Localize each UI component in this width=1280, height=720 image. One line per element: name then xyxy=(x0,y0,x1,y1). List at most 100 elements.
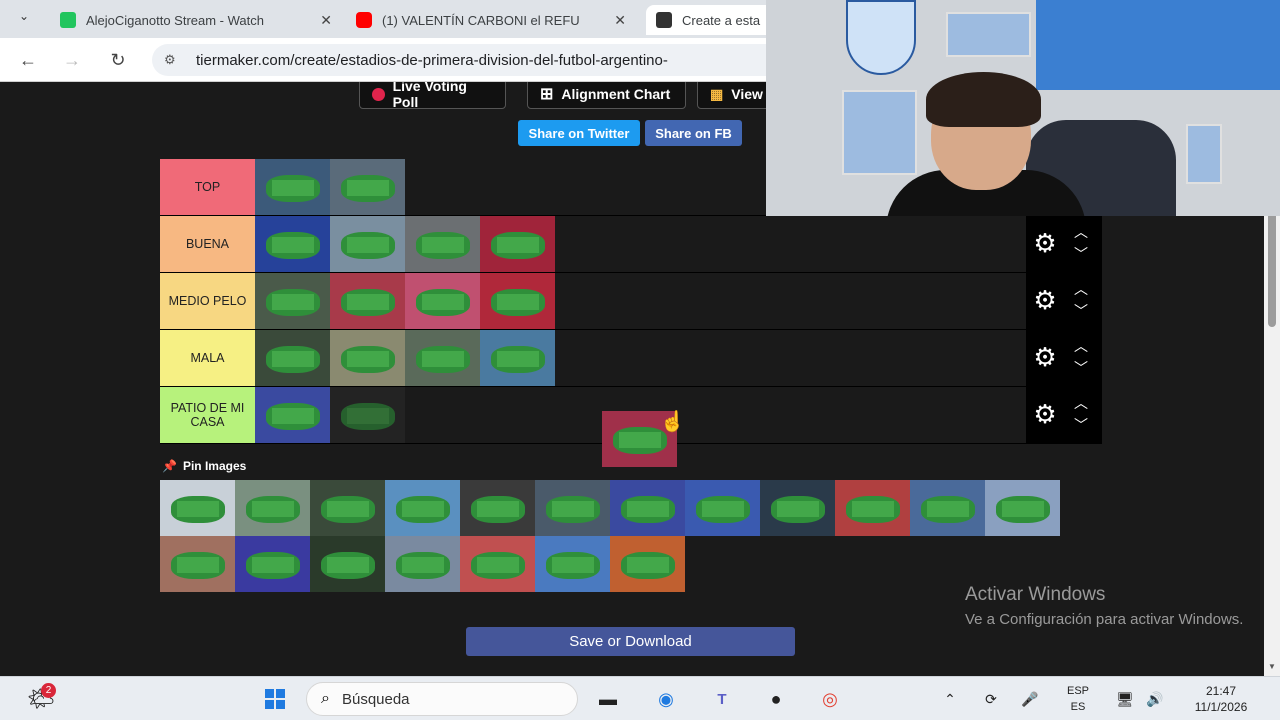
save-download-button[interactable]: Save or Download xyxy=(466,627,795,656)
pool-image[interactable] xyxy=(985,480,1060,536)
pool-image[interactable] xyxy=(385,536,460,592)
stadium-image[interactable] xyxy=(255,387,330,443)
pool-image[interactable] xyxy=(610,536,685,592)
tier-label[interactable]: PATIO DE MI CASA xyxy=(160,387,255,443)
pool-image[interactable] xyxy=(385,480,460,536)
obs-icon[interactable]: ● xyxy=(762,685,790,713)
share-twitter-button[interactable]: Share on Twitter xyxy=(518,120,640,146)
stadium-image[interactable] xyxy=(330,159,405,215)
chevron-down-icon[interactable]: ﹀ xyxy=(1071,358,1091,378)
teams-icon[interactable]: T xyxy=(708,685,736,713)
gear-icon[interactable]: ⚙ xyxy=(1032,230,1058,256)
stadium-image[interactable] xyxy=(480,216,555,272)
tier-label[interactable]: BUENA xyxy=(160,216,255,272)
taskbar-search[interactable]: ⌕ Búsqueda xyxy=(306,682,578,716)
microphone-icon[interactable]: 🎤 xyxy=(1020,685,1040,713)
stadium-image[interactable] xyxy=(330,330,405,386)
volume-icon[interactable]: 🔊 xyxy=(1144,685,1166,713)
stadium-image[interactable] xyxy=(405,216,480,272)
reload-icon[interactable]: ↻ xyxy=(106,48,130,72)
pin-images-toggle[interactable]: 📌 Pin Images xyxy=(162,459,246,473)
tier-label[interactable]: MALA xyxy=(160,330,255,386)
pool-image[interactable] xyxy=(160,536,235,592)
stadium-image[interactable] xyxy=(480,273,555,329)
language-indicator[interactable]: ESP ES xyxy=(1060,683,1096,715)
scrollbar-thumb[interactable] xyxy=(1268,212,1276,327)
tab-youtube[interactable]: (1) VALENTÍN CARBONI el REFU ✕ xyxy=(346,5,636,35)
stadium-image[interactable] xyxy=(330,216,405,272)
pool-image[interactable] xyxy=(760,480,835,536)
gear-icon[interactable]: ⚙ xyxy=(1032,344,1058,370)
chevron-down-icon[interactable]: ﹀ xyxy=(1071,244,1091,264)
chevron-up-icon[interactable]: ︿ xyxy=(1071,222,1091,242)
pool-image[interactable] xyxy=(310,480,385,536)
network-icon[interactable]: 🖥 xyxy=(1114,685,1136,713)
view-button[interactable]: ▦ View xyxy=(697,82,777,109)
tier-items xyxy=(255,273,555,329)
gear-icon[interactable]: ⚙ xyxy=(1032,401,1058,427)
pool-image[interactable] xyxy=(160,480,235,536)
forward-icon[interactable]: → xyxy=(60,48,84,72)
pool-image[interactable] xyxy=(460,536,535,592)
tab-alejo[interactable]: AlejoCiganotto Stream - Watch ✕ xyxy=(50,5,342,35)
system-clock[interactable]: 21:47 11/1/2026 xyxy=(1176,683,1266,715)
start-icon[interactable] xyxy=(260,685,290,713)
close-tab-icon[interactable]: ✕ xyxy=(320,12,332,29)
stadium-image[interactable] xyxy=(255,273,330,329)
chevron-up-icon[interactable]: ︿ xyxy=(1071,279,1091,299)
tab-title: Create a esta xyxy=(682,12,761,28)
stadium-image[interactable] xyxy=(405,273,480,329)
site-info-icon[interactable]: ⚙ xyxy=(164,52,180,68)
pool-image[interactable] xyxy=(460,480,535,536)
wall-poster xyxy=(1186,124,1222,184)
gear-icon[interactable]: ⚙ xyxy=(1032,287,1058,313)
pool-image[interactable] xyxy=(235,536,310,592)
watermark-subtitle: Ve a Configuración para activar Windows. xyxy=(965,611,1244,628)
address-bar[interactable]: ⚙ tiermaker.com/create/estadios-de-prime… xyxy=(152,44,792,76)
tier-controls: ⚙ ︿ ﹀ xyxy=(1026,273,1102,329)
back-icon[interactable]: ← xyxy=(16,48,40,72)
pool-image[interactable] xyxy=(835,480,910,536)
tab-tiermaker[interactable]: Create a esta xyxy=(646,5,776,35)
chevron-up-icon[interactable]: ︿ xyxy=(1071,393,1091,413)
task-view-icon[interactable]: ▬ xyxy=(594,685,622,713)
pool-image[interactable] xyxy=(685,480,760,536)
notification-badge: 2 xyxy=(41,683,56,698)
edge-icon[interactable]: ◉ xyxy=(652,685,680,713)
chevron-down-icon[interactable]: ﹀ xyxy=(1071,301,1091,321)
close-tab-icon[interactable]: ✕ xyxy=(614,12,626,29)
stadium-image[interactable] xyxy=(255,216,330,272)
scroll-down-icon[interactable]: ▼ xyxy=(1267,662,1277,671)
pool-image[interactable] xyxy=(535,480,610,536)
tier-label[interactable]: TOP xyxy=(160,159,255,215)
tier-controls: ⚙ ︿ ﹀ xyxy=(1026,387,1102,443)
live-voting-button[interactable]: Live Voting Poll xyxy=(359,82,506,110)
pool-image[interactable] xyxy=(310,536,385,592)
hand-cursor-icon: ☝ xyxy=(660,411,685,433)
club-crest xyxy=(846,0,916,75)
share-fb-button[interactable]: Share on FB xyxy=(645,120,742,146)
kick-favicon-icon xyxy=(60,12,76,28)
alignment-chart-button[interactable]: ⊞ Alignment Chart xyxy=(527,82,686,109)
stadium-image[interactable] xyxy=(255,330,330,386)
pool-image[interactable] xyxy=(235,480,310,536)
chevron-up-icon[interactable]: ⌃ xyxy=(940,685,960,713)
pool-image[interactable] xyxy=(535,536,610,592)
chrome-icon[interactable]: ◎ xyxy=(816,685,844,713)
pool-image[interactable] xyxy=(910,480,985,536)
chevron-down-icon[interactable]: ﹀ xyxy=(1071,415,1091,435)
url-text: tiermaker.com/create/estadios-de-primera… xyxy=(196,51,668,69)
tier-label[interactable]: MEDIO PELO xyxy=(160,273,255,329)
windows-taskbar: 🌤 2 ⌕ Búsqueda ▬ ◉ T ● ◎ ⌃ ⟳ 🎤 ESP ES 🖥 … xyxy=(0,676,1280,720)
sync-icon[interactable]: ⟳ xyxy=(980,685,1002,713)
stadium-image[interactable] xyxy=(255,159,330,215)
tab-search-icon[interactable]: ⌄ xyxy=(12,9,36,29)
stadium-image[interactable] xyxy=(480,330,555,386)
streamer-hair xyxy=(926,72,1041,127)
stadium-image[interactable] xyxy=(330,273,405,329)
watermark-title: Activar Windows xyxy=(965,584,1106,605)
pool-image[interactable] xyxy=(610,480,685,536)
chevron-up-icon[interactable]: ︿ xyxy=(1071,336,1091,356)
stadium-image[interactable] xyxy=(405,330,480,386)
pin-icon: 📌 xyxy=(162,459,177,473)
